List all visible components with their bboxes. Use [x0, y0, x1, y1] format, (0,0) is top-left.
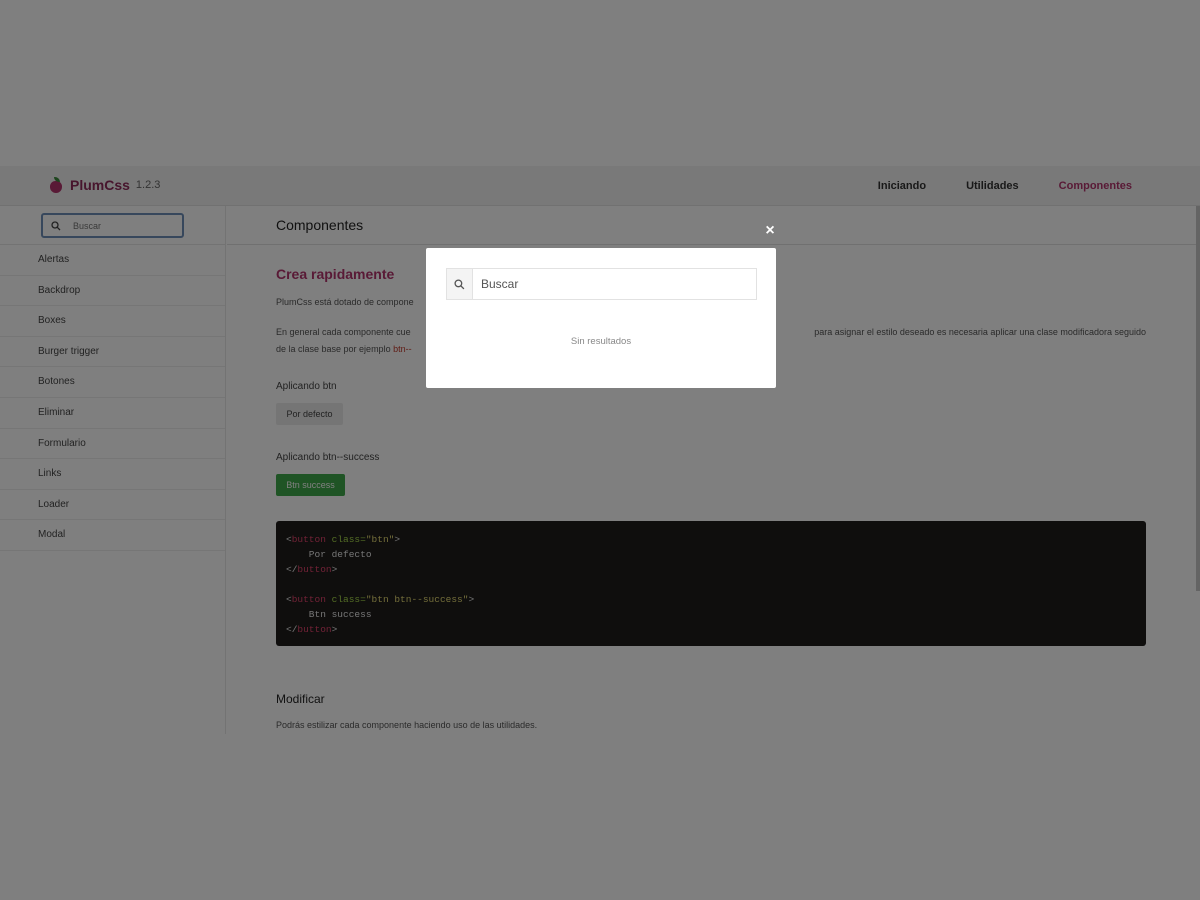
modal-search-input[interactable] — [473, 269, 756, 299]
modal-backdrop[interactable] — [0, 0, 1200, 900]
close-icon[interactable]: × — [762, 223, 778, 239]
search-modal: Sin resultados — [426, 248, 776, 388]
no-results-message: Sin resultados — [570, 336, 632, 347]
modal-search-field[interactable] — [446, 268, 757, 300]
search-icon — [447, 269, 473, 299]
